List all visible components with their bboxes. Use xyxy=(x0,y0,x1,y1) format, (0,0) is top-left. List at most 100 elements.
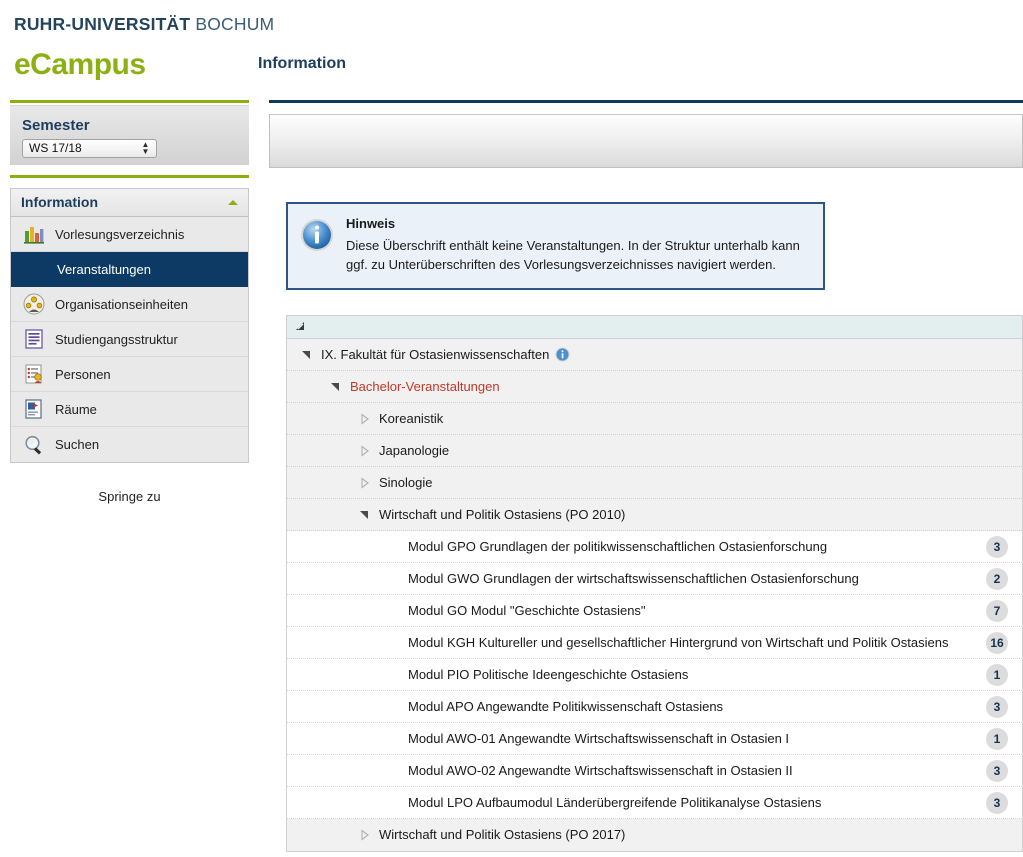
notice-box: Hinweis Diese Überschrift enthält keine … xyxy=(286,202,825,290)
tree-toggle-placeholder xyxy=(388,605,402,617)
semester-title: Semester xyxy=(22,117,90,134)
sidebar-section-header-information[interactable]: Information xyxy=(10,188,249,217)
tree-collapsed-toggle-icon[interactable] xyxy=(359,829,373,841)
count-badge: 3 xyxy=(986,791,1008,814)
sidebar-item-vorlesungsverzeichnis[interactable]: Vorlesungsverzeichnis xyxy=(11,217,248,252)
tree-row[interactable]: Modul KGH Kultureller und gesellschaftli… xyxy=(287,627,1022,659)
sidebar-item-organisationseinheiten[interactable]: Organisationseinheiten xyxy=(11,287,248,322)
tree-row-label[interactable]: Modul KGH Kultureller und gesellschaftli… xyxy=(408,634,1022,652)
count-badge: 2 xyxy=(986,567,1008,590)
notice-text: Diese Überschrift enthält keine Veransta… xyxy=(346,238,800,272)
tree-row-label[interactable]: Modul PIO Politische Ideengeschichte Ost… xyxy=(408,666,1022,684)
toolbar-strip xyxy=(269,114,1023,168)
sidebar-item-r-ume[interactable]: Räume xyxy=(11,392,248,427)
semester-panel: Semester WS 17/18 ▲ ▼ xyxy=(10,106,249,166)
tree-row-label[interactable]: Bachelor-Veranstaltungen xyxy=(350,378,1022,396)
tree-row-label[interactable]: Sinologie xyxy=(379,474,1022,492)
count-badge: 1 xyxy=(986,727,1008,750)
tree-row-text: Modul APO Angewandte Politikwissenschaft… xyxy=(408,698,724,714)
tree-row[interactable]: Modul PIO Politische Ideengeschichte Ost… xyxy=(287,659,1022,691)
sidebar-item-studiengangsstruktur[interactable]: Studiengangsstruktur xyxy=(11,322,248,357)
tree-row-label[interactable]: Modul LPO Aufbaumodul Länderübergreifend… xyxy=(408,794,1022,812)
chevron-up-icon xyxy=(228,200,238,205)
tree-row-label[interactable]: Modul APO Angewandte Politikwissenschaft… xyxy=(408,698,1022,716)
tree-row[interactable]: Modul GO Modul "Geschichte Ostasiens" 7 xyxy=(287,595,1022,627)
tree-row-label[interactable]: IX. Fakultät für Ostasienwissenschaften xyxy=(321,346,1022,364)
tree-rows: IX. Fakultät für Ostasienwissenschaften B… xyxy=(287,339,1022,851)
tree-row-label[interactable]: Modul GPO Grundlagen der politikwissensc… xyxy=(408,538,1022,556)
content-dark-divider xyxy=(269,100,1023,103)
sidebar-item-label: Organisationseinheiten xyxy=(55,296,188,312)
tree-toggle-placeholder xyxy=(388,573,402,585)
count-badge: 3 xyxy=(986,695,1008,718)
tree-row[interactable]: Modul LPO Aufbaumodul Länderübergreifend… xyxy=(287,787,1022,819)
tree-row-label[interactable]: Japanologie xyxy=(379,442,1022,460)
tree-row-label[interactable]: Modul GWO Grundlagen der wirtschaftswiss… xyxy=(408,570,1022,588)
count-badge: 1 xyxy=(986,663,1008,686)
tree-row[interactable]: Modul APO Angewandte Politikwissenschaft… xyxy=(287,691,1022,723)
tree-expanded-toggle-icon[interactable] xyxy=(330,381,344,393)
page-layout: Semester WS 17/18 ▲ ▼ Information Vorlesu… xyxy=(0,106,1023,857)
tree-row-text: Sinologie xyxy=(379,474,433,490)
tree-row-label[interactable]: Koreanistik xyxy=(379,410,1022,428)
tree-row-label[interactable]: Modul GO Modul "Geschichte Ostasiens" xyxy=(408,602,1022,620)
tree-toggle-placeholder xyxy=(388,541,402,553)
sidebar-green-rule-2 xyxy=(10,175,249,178)
sidebar-spacer xyxy=(10,166,249,175)
tree-row[interactable]: IX. Fakultät für Ostasienwissenschaften xyxy=(287,339,1022,371)
count-badge: 16 xyxy=(986,631,1008,654)
tree-row[interactable]: Modul GWO Grundlagen der wirtschaftswiss… xyxy=(287,563,1022,595)
tree-row[interactable]: Wirtschaft und Politik Ostasiens (PO 201… xyxy=(287,819,1022,851)
tree-row[interactable]: Wirtschaft und Politik Ostasiens (PO 201… xyxy=(287,499,1022,531)
tree-row-text: Modul GPO Grundlagen der politikwissensc… xyxy=(408,538,828,554)
tree-row-text: Modul GO Modul "Geschichte Ostasiens" xyxy=(408,602,646,618)
tree-expanded-toggle-icon[interactable] xyxy=(359,509,373,521)
tree-row-label[interactable]: Modul AWO-02 Angewandte Wirtschaftswisse… xyxy=(408,762,1022,780)
tree-row-label[interactable]: Wirtschaft und Politik Ostasiens (PO 201… xyxy=(379,826,1022,844)
tree-row-text: Japanologie xyxy=(379,442,450,458)
tree-row[interactable]: Modul GPO Grundlagen der politikwissensc… xyxy=(287,531,1022,563)
tree-row-text: Modul PIO Politische Ideengeschichte Ost… xyxy=(408,666,689,682)
tree-row[interactable]: Modul AWO-02 Angewandte Wirtschaftswisse… xyxy=(287,755,1022,787)
tree-row-label[interactable]: Wirtschaft und Politik Ostasiens (PO 201… xyxy=(379,506,1022,524)
sidebar-item-label: Veranstaltungen xyxy=(57,261,151,277)
sidebar-item-label: Suchen xyxy=(55,437,100,452)
semester-select[interactable]: WS 17/18 ▲ ▼ xyxy=(22,139,157,158)
tree-row-text: Modul AWO-02 Angewandte Wirtschaftswisse… xyxy=(408,762,793,778)
tree-toggle-placeholder xyxy=(388,733,402,745)
tree-header xyxy=(287,316,1022,339)
tree-toggle-placeholder xyxy=(388,637,402,649)
count-badge: 3 xyxy=(986,535,1008,558)
magnifier-icon xyxy=(23,434,45,456)
tree-row[interactable]: Bachelor-Veranstaltungen xyxy=(287,371,1022,403)
tree-row[interactable]: Koreanistik xyxy=(287,403,1022,435)
tree-row[interactable]: Japanologie xyxy=(287,435,1022,467)
bar-chart-icon xyxy=(23,223,45,245)
tree-expanded-toggle-icon[interactable] xyxy=(301,349,315,361)
brand-name-light: BOCHUM xyxy=(195,14,275,34)
tree-row[interactable]: Sinologie xyxy=(287,467,1022,499)
sidebar-nav-list: Vorlesungsverzeichnis Veranstaltungen Orga… xyxy=(10,217,249,463)
sidebar-item-label: Personen xyxy=(55,366,111,382)
tree-row-label[interactable]: Modul AWO-01 Angewandte Wirtschaftswisse… xyxy=(408,730,1022,748)
tree-collapsed-toggle-icon[interactable] xyxy=(359,476,373,489)
university-brand: RUHR-UNIVERSITÄT BOCHUM xyxy=(14,14,1023,35)
collapse-all-icon[interactable] xyxy=(295,321,307,333)
sidebar-item-suchen[interactable]: Suchen xyxy=(11,427,248,462)
tree-row[interactable]: Modul AWO-01 Angewandte Wirtschaftswisse… xyxy=(287,723,1022,755)
tree-collapsed-toggle-icon[interactable] xyxy=(359,412,373,425)
ecampus-logo[interactable]: eCampus xyxy=(14,48,1023,82)
tree-row-text: Wirtschaft und Politik Ostasiens (PO 201… xyxy=(379,827,626,842)
people-group-icon xyxy=(23,293,45,315)
sidebar-item-personen[interactable]: Personen xyxy=(11,357,248,392)
tree-toggle-placeholder xyxy=(388,669,402,681)
tree-collapsed-toggle-icon[interactable] xyxy=(359,444,373,457)
info-circle-icon xyxy=(300,218,334,252)
tree-toggle-placeholder xyxy=(388,797,402,809)
brand-name-bold: RUHR-UNIVERSITÄT xyxy=(14,14,191,34)
main-content: Hinweis Diese Überschrift enthält keine … xyxy=(269,106,1023,857)
info-circle-small-icon[interactable] xyxy=(555,347,570,362)
sidebar-item-veranstaltungen[interactable]: Veranstaltungen xyxy=(11,252,248,287)
sidebar-item-label: Studiengangsstruktur xyxy=(55,331,178,347)
tree-row-text: IX. Fakultät für Ostasienwissenschaften xyxy=(321,346,550,362)
